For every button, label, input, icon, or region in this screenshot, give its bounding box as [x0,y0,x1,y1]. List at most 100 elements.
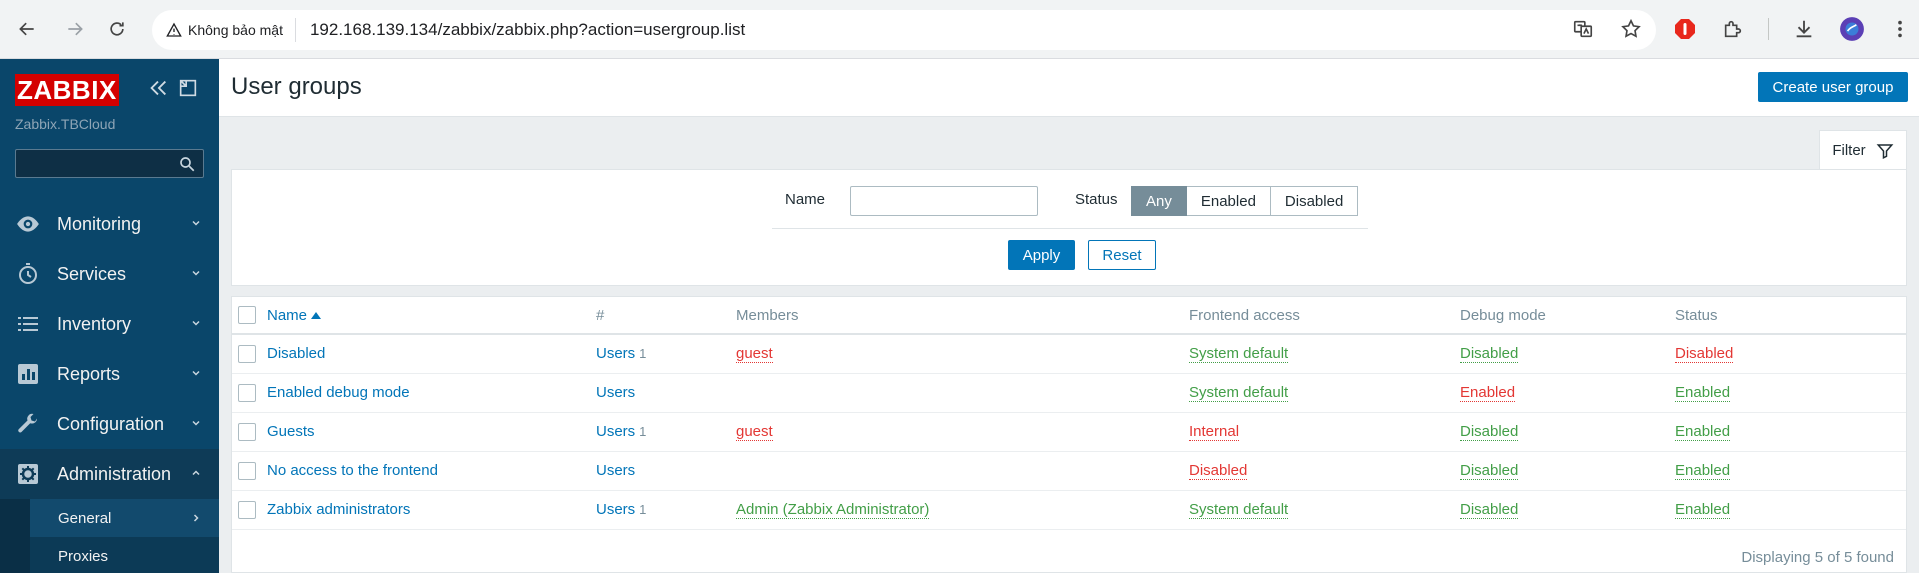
submenu-label: Proxies [58,547,109,565]
debug-mode-link[interactable]: Disabled [1460,423,1519,441]
download-icon[interactable] [1791,16,1817,42]
filter-tab-label: Filter [1832,142,1866,159]
member-link[interactable]: guest [736,423,773,441]
menu-item-services[interactable]: Services [0,249,219,299]
menu-label: Configuration [57,413,165,434]
group-name-link[interactable]: Disabled [267,345,325,362]
security-indicator[interactable]: Không bảo mật [166,18,296,42]
filter-name-input[interactable] [850,186,1038,216]
user-groups-list: Name # Members Frontend access Debug mod… [231,296,1907,573]
frontend-access-link[interactable]: System default [1189,345,1289,364]
zabbix-logo[interactable]: ZABBIX [15,74,119,106]
stopwatch-icon [15,261,41,287]
member-link[interactable]: guest [736,345,773,364]
status-link[interactable]: Enabled [1675,501,1731,519]
forward-button[interactable] [62,16,88,42]
status-link[interactable]: Enabled [1675,384,1731,402]
table-row: Guests Users 1 guest Internal Disabled Enabled [232,412,1906,452]
url-text[interactable]: 192.168.139.134/zabbix/zabbix.php?action… [310,20,745,40]
star-icon[interactable] [1620,18,1642,40]
member-link[interactable]: Admin (Zabbix Administrator) [736,501,930,519]
frontend-access-link[interactable]: System default [1189,501,1289,519]
menu-item-reports[interactable]: Reports [0,349,219,399]
frontend-access-link[interactable]: Internal [1189,423,1240,441]
group-name-link[interactable]: Guests [267,423,315,440]
submenu-item-general[interactable]: General [30,499,219,537]
status-link[interactable]: Enabled [1675,462,1731,480]
collapse-sidebar-icon[interactable] [147,77,169,99]
group-name-link[interactable]: No access to the frontend [267,462,438,479]
menu-item-monitoring[interactable]: Monitoring [0,199,219,249]
frontend-access-link[interactable]: System default [1189,384,1289,402]
status-link[interactable]: Disabled [1675,345,1734,364]
main-menu: Monitoring Services Inventory Reports Co… [0,199,219,573]
translate-icon[interactable] [1572,18,1594,40]
chevron-down-icon [192,270,200,276]
menu-label: Monitoring [57,213,142,234]
users-link[interactable]: Users [596,462,635,479]
status-option-enabled[interactable]: Enabled [1186,186,1271,216]
menu-item-configuration[interactable]: Configuration [0,399,219,449]
chevron-down-icon [192,370,200,376]
column-header-frontend-access: Frontend access [1189,297,1460,335]
debug-mode-link[interactable]: Disabled [1460,462,1519,480]
search-icon[interactable] [178,155,196,173]
status-link[interactable]: Enabled [1675,423,1731,441]
kiosk-mode-icon[interactable] [177,77,199,99]
menu-label: Services [57,263,127,284]
group-name-link[interactable]: Zabbix administrators [267,501,410,518]
user-groups-table: Name # Members Frontend access Debug mod… [232,297,1906,530]
debug-mode-link[interactable]: Enabled [1460,384,1516,402]
reload-icon [110,22,124,36]
page-header: User groups Create user group [219,59,1919,117]
submenu-item-proxies[interactable]: Proxies [30,537,219,573]
row-checkbox[interactable] [238,500,256,519]
create-user-group-button[interactable]: Create user group [1758,72,1908,102]
group-name-link[interactable]: Enabled debug mode [267,384,410,401]
table-row: Disabled Users 1 guest System default Disable… [232,334,1906,374]
chevron-down-icon [192,220,200,226]
frontend-access-link[interactable]: Disabled [1189,462,1248,480]
users-count: 1 [639,502,647,517]
row-checkbox[interactable] [238,383,256,402]
apply-button[interactable]: Apply [1008,240,1075,270]
table-row: No access to the frontend Users Disabled Di… [232,451,1906,491]
row-checkbox[interactable] [238,344,256,363]
filter-divider [772,228,1368,229]
reload-button[interactable] [104,16,130,42]
status-segmented-control: Any Enabled Disabled [1131,186,1359,216]
gear-icon [15,461,41,487]
column-header-debug-mode: Debug mode [1460,297,1675,335]
profile-avatar-icon[interactable] [1839,16,1865,42]
sidebar-search-input[interactable] [15,149,204,178]
displaying-count: Displaying 5 of 5 found [1741,549,1894,566]
menu-label: Inventory [57,313,132,334]
row-checkbox[interactable] [238,461,256,480]
users-link[interactable]: Users [596,501,635,518]
row-checkbox[interactable] [238,422,256,441]
users-link[interactable]: Users [596,345,635,362]
select-all-checkbox[interactable] [238,306,256,325]
kebab-menu-icon[interactable] [1887,16,1913,42]
address-bar[interactable]: Không bảo mật 192.168.139.134/zabbix/zab… [152,10,1656,50]
debug-mode-link[interactable]: Disabled [1460,345,1519,364]
status-option-disabled[interactable]: Disabled [1270,186,1359,216]
chevron-down-icon [192,420,200,426]
menu-item-administration[interactable]: Administration [0,449,219,499]
main-content: User groups Create user group Filter Nam… [219,59,1919,573]
adblock-extension-icon[interactable] [1672,16,1698,42]
users-link[interactable]: Users [596,384,635,401]
debug-mode-link[interactable]: Disabled [1460,501,1519,519]
sort-ascending-icon [311,312,322,320]
chevron-right-icon [193,514,199,522]
list-icon [15,311,41,337]
puzzle-icon[interactable] [1720,16,1746,42]
browser-toolbar: Không bảo mật 192.168.139.134/zabbix/zab… [0,0,1919,59]
reset-button[interactable]: Reset [1088,240,1156,270]
filter-tab[interactable]: Filter [1819,130,1907,170]
column-header-name[interactable]: Name [267,307,307,324]
back-button[interactable] [14,16,40,42]
users-link[interactable]: Users [596,423,635,440]
menu-item-inventory[interactable]: Inventory [0,299,219,349]
status-option-any[interactable]: Any [1131,186,1187,216]
